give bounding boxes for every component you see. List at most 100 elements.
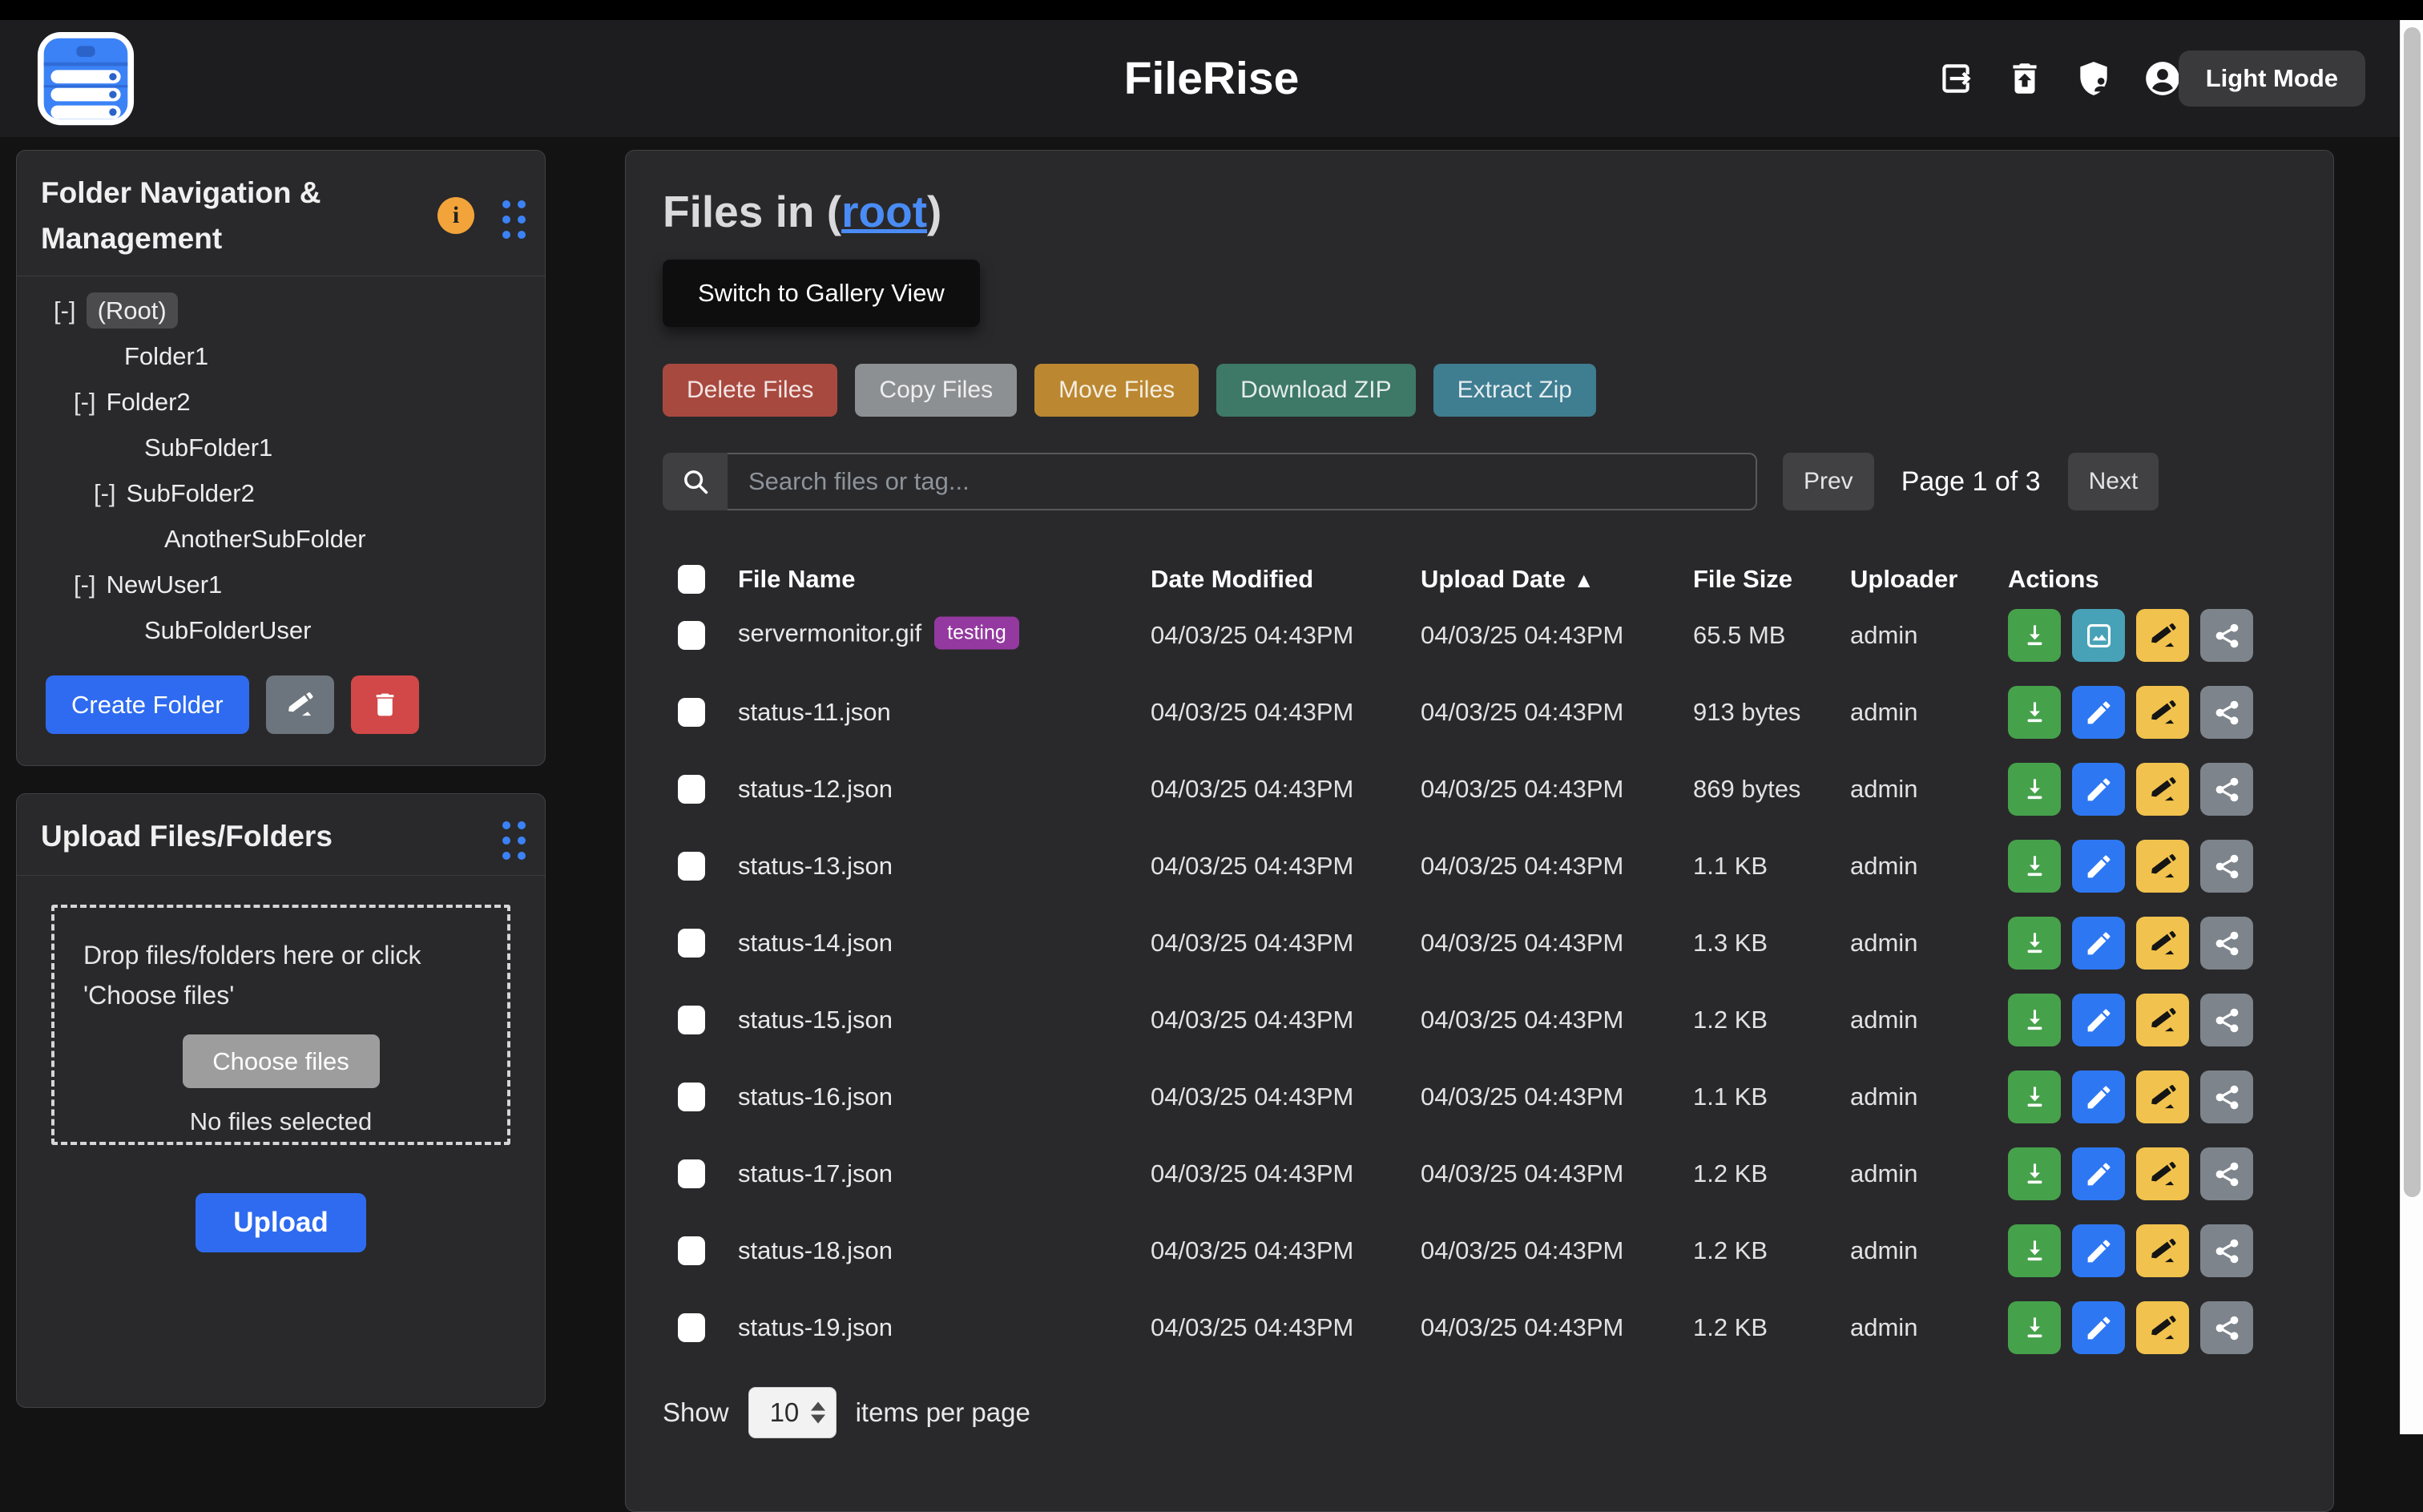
rename-button[interactable] (2136, 1301, 2189, 1354)
share-button[interactable] (2200, 994, 2253, 1046)
folder-tree-item[interactable]: SubFolder1 (17, 425, 545, 470)
scrollbar-thumb[interactable] (2404, 27, 2421, 1197)
tree-collapse-toggle[interactable]: [-] (94, 479, 116, 507)
share-button[interactable] (2200, 609, 2253, 662)
rename-button[interactable] (2136, 917, 2189, 970)
light-mode-button[interactable]: Light Mode (2179, 50, 2365, 107)
prev-page-button[interactable]: Prev (1783, 453, 1874, 510)
share-button[interactable] (2200, 1301, 2253, 1354)
filerise-logo[interactable] (36, 30, 135, 127)
download-button[interactable] (2008, 994, 2061, 1046)
share-button[interactable] (2200, 763, 2253, 816)
share-button[interactable] (2200, 840, 2253, 893)
drag-handle-icon[interactable] (502, 200, 526, 239)
folder-tree-item[interactable]: [-] SubFolder2 (17, 470, 545, 516)
items-per-page-select[interactable]: 10 (748, 1387, 837, 1438)
file-name[interactable]: status-12.json (738, 775, 893, 803)
root-link[interactable]: root (841, 187, 927, 236)
download-button[interactable] (2008, 686, 2061, 739)
row-checkbox[interactable] (678, 1236, 705, 1265)
folder-tree-item[interactable]: [-] Folder2 (17, 379, 545, 425)
edit-button[interactable] (2072, 994, 2125, 1046)
row-checkbox[interactable] (678, 698, 705, 727)
page-scrollbar[interactable] (2400, 20, 2423, 1434)
file-name[interactable]: status-14.json (738, 929, 893, 957)
rename-button[interactable] (2136, 763, 2189, 816)
edit-button[interactable] (2072, 1147, 2125, 1200)
download-button[interactable] (2008, 609, 2061, 662)
column-file-name[interactable]: File Name (738, 565, 855, 594)
rename-button[interactable] (2136, 609, 2189, 662)
choose-files-button[interactable]: Choose files (183, 1034, 380, 1088)
next-page-button[interactable]: Next (2068, 453, 2159, 510)
row-checkbox[interactable] (678, 1006, 705, 1034)
share-button[interactable] (2200, 1070, 2253, 1123)
folder-name[interactable]: AnotherSubFolder (164, 525, 366, 553)
toolbar-button[interactable]: Delete Files (663, 364, 837, 417)
toolbar-button[interactable]: Extract Zip (1433, 364, 1596, 417)
folder-name[interactable]: SubFolder2 (127, 479, 255, 507)
share-button[interactable] (2200, 686, 2253, 739)
folder-name[interactable]: Folder2 (107, 388, 191, 416)
toolbar-button[interactable]: Download ZIP (1216, 364, 1415, 417)
drag-handle-icon[interactable] (502, 821, 526, 860)
share-button[interactable] (2200, 917, 2253, 970)
file-name[interactable]: status-15.json (738, 1006, 893, 1034)
file-name[interactable]: status-13.json (738, 852, 893, 880)
toolbar-button[interactable]: Copy Files (855, 364, 1017, 417)
toolbar-button[interactable]: Move Files (1034, 364, 1199, 417)
file-dropzone[interactable]: Drop files/folders here or click 'Choose… (51, 905, 510, 1145)
file-name[interactable]: status-18.json (738, 1236, 893, 1264)
folder-name[interactable]: SubFolder1 (144, 433, 272, 462)
tree-collapse-toggle[interactable]: [-] (74, 388, 96, 416)
row-checkbox[interactable] (678, 929, 705, 958)
row-checkbox[interactable] (678, 1313, 705, 1342)
download-button[interactable] (2008, 763, 2061, 816)
admin-panel-button[interactable] (2074, 58, 2114, 99)
folder-tree-item[interactable]: [-] (Root) (17, 288, 545, 333)
folder-name[interactable]: SubFolderUser (144, 616, 311, 644)
rename-button[interactable] (2136, 1147, 2189, 1200)
edit-button[interactable] (2072, 686, 2125, 739)
download-button[interactable] (2008, 1147, 2061, 1200)
upload-button[interactable]: Upload (196, 1193, 366, 1252)
info-icon[interactable]: i (437, 197, 474, 234)
edit-button[interactable] (2072, 1224, 2125, 1277)
edit-button[interactable] (2072, 1301, 2125, 1354)
rename-button[interactable] (2136, 840, 2189, 893)
edit-button[interactable] (2072, 1070, 2125, 1123)
edit-button[interactable] (2072, 840, 2125, 893)
folder-tree-item[interactable]: [-]NewUser1 (17, 562, 545, 607)
select-all-checkbox[interactable] (678, 565, 705, 594)
download-button[interactable] (2008, 1301, 2061, 1354)
column-uploader[interactable]: Uploader (1850, 565, 1957, 594)
share-button[interactable] (2200, 1147, 2253, 1200)
folder-tree-item[interactable]: SubFolderUser (17, 607, 545, 653)
rename-button[interactable] (2136, 994, 2189, 1046)
preview-button[interactable] (2072, 609, 2125, 662)
file-name[interactable]: status-17.json (738, 1159, 893, 1187)
logout-button[interactable] (1936, 58, 1976, 99)
folder-tree-item[interactable]: Folder1 (17, 333, 545, 379)
tree-collapse-toggle[interactable]: [-] (54, 296, 76, 325)
switch-gallery-view-button[interactable]: Switch to Gallery View (663, 260, 980, 327)
folder-tree-item[interactable]: AnotherSubFolder (17, 516, 545, 562)
download-button[interactable] (2008, 1224, 2061, 1277)
row-checkbox[interactable] (678, 621, 705, 650)
file-name[interactable]: status-16.json (738, 1083, 893, 1111)
file-name[interactable]: status-19.json (738, 1313, 893, 1341)
share-button[interactable] (2200, 1224, 2253, 1277)
rename-button[interactable] (2136, 1224, 2189, 1277)
download-button[interactable] (2008, 840, 2061, 893)
folder-name[interactable]: NewUser1 (107, 571, 223, 599)
column-file-size[interactable]: File Size (1693, 565, 1792, 594)
delete-folder-button[interactable] (351, 675, 419, 734)
rename-button[interactable] (2136, 1070, 2189, 1123)
download-button[interactable] (2008, 1070, 2061, 1123)
row-checkbox[interactable] (678, 1159, 705, 1188)
download-button[interactable] (2008, 917, 2061, 970)
folder-name[interactable]: Folder1 (124, 342, 208, 370)
rename-button[interactable] (2136, 686, 2189, 739)
file-name[interactable]: status-11.json (738, 698, 891, 726)
folder-name[interactable]: (Root) (87, 292, 178, 329)
